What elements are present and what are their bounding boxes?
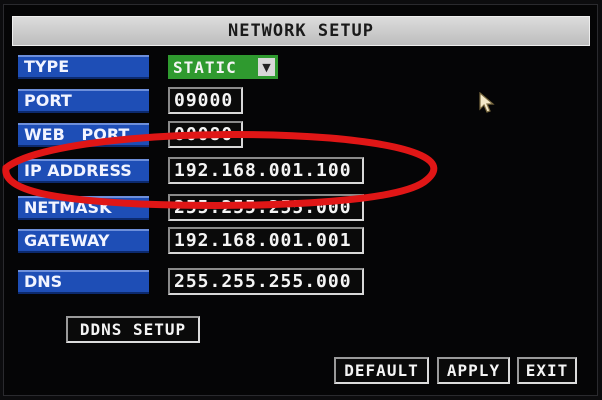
netmask-label: NETMASK xyxy=(18,196,149,220)
apply-button[interactable]: APPLY xyxy=(437,357,510,384)
ip-address-label: IP ADDRESS xyxy=(18,159,149,183)
port-label: PORT xyxy=(18,89,149,113)
exit-button[interactable]: EXIT xyxy=(517,357,577,384)
dns-field[interactable]: 255.255.255.000 xyxy=(168,268,364,295)
dns-label: DNS xyxy=(18,270,149,294)
web-port-field[interactable]: 00080 xyxy=(168,121,243,148)
type-label: TYPE xyxy=(18,55,149,79)
web-port-label: WEB PORT xyxy=(18,123,149,147)
type-dropdown[interactable]: STATIC ▼ xyxy=(168,55,278,79)
dialog-title: NETWORK SETUP xyxy=(12,16,590,46)
ddns-setup-button[interactable]: DDNS SETUP xyxy=(66,316,200,343)
default-button[interactable]: DEFAULT xyxy=(334,357,429,384)
mouse-pointer-icon xyxy=(479,92,495,113)
gateway-label: GATEWAY xyxy=(18,229,149,253)
dvr-screen: NETWORK SETUP TYPE STATIC ▼ PORT 09000 W… xyxy=(0,0,602,400)
chevron-down-icon[interactable]: ▼ xyxy=(258,58,275,76)
gateway-field[interactable]: 192.168.001.001 xyxy=(168,227,364,254)
ip-address-field[interactable]: 192.168.001.100 xyxy=(168,157,364,184)
port-field[interactable]: 09000 xyxy=(168,87,243,114)
netmask-field[interactable]: 255.255.255.000 xyxy=(168,194,364,221)
type-selected-value: STATIC xyxy=(173,57,237,77)
